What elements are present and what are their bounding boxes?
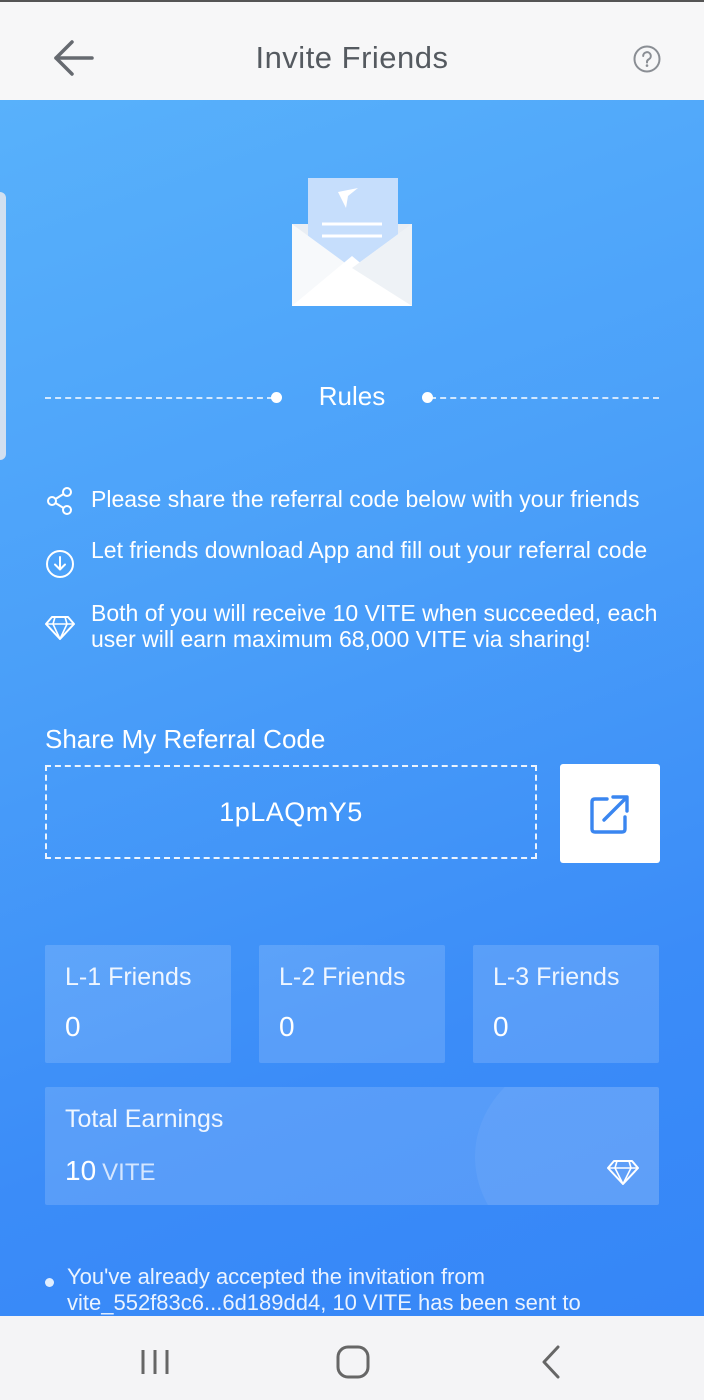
stat-value: 0 xyxy=(493,1011,509,1042)
rule-text: Both of you will receive 10 VITE when su… xyxy=(91,600,658,652)
rules-divider: Rules xyxy=(45,378,659,418)
share-icon xyxy=(45,486,75,516)
stat-card-level-2: L-2 Friends 0 xyxy=(259,945,445,1063)
earnings-label: Total Earnings xyxy=(65,1105,224,1133)
rule-text: Please share the referral code below wit… xyxy=(91,486,640,512)
notice-text: You've already accepted the invitation f… xyxy=(67,1264,581,1315)
stat-label: L-2 Friends xyxy=(279,963,406,991)
home-button[interactable] xyxy=(333,1342,373,1382)
system-back-button[interactable] xyxy=(532,1342,572,1382)
stat-label: L-1 Friends xyxy=(65,963,192,991)
stat-value: 0 xyxy=(65,1011,81,1042)
recent-apps-button[interactable] xyxy=(135,1342,175,1382)
home-icon xyxy=(336,1345,370,1379)
page-title: Invite Friends xyxy=(255,40,449,75)
stat-card-level-1: L-1 Friends 0 xyxy=(45,945,231,1063)
earnings-value: 10 xyxy=(65,1155,97,1186)
question-circle-icon xyxy=(633,45,661,73)
earnings-unit: VITE xyxy=(102,1159,156,1186)
envelope-illustration xyxy=(290,178,414,308)
stat-value: 0 xyxy=(279,1011,295,1042)
side-edge-handle[interactable] xyxy=(0,192,6,460)
earnings-amount: 10 VITE xyxy=(65,1155,156,1187)
share-code-button[interactable] xyxy=(560,764,660,863)
diamond-icon xyxy=(45,612,75,642)
stat-card-level-3: L-3 Friends 0 xyxy=(473,945,659,1063)
help-button[interactable] xyxy=(630,42,664,76)
diamond-icon xyxy=(606,1157,640,1192)
invite-content[interactable]: Rules Please share the referral code bel… xyxy=(0,100,704,1316)
divider-line-right xyxy=(430,397,659,399)
referral-code-field[interactable]: 1pLAQmY5 xyxy=(45,765,537,859)
bullet-dot xyxy=(45,1278,54,1287)
system-navigation-bar xyxy=(0,1316,704,1400)
stat-label: L-3 Friends xyxy=(493,963,620,991)
chevron-left-icon xyxy=(542,1345,560,1379)
external-share-icon xyxy=(590,795,629,834)
top-app-bar: Invite Friends xyxy=(0,0,704,102)
rule-text: Let friends download App and fill out yo… xyxy=(91,537,648,563)
recent-apps-icon xyxy=(141,1350,169,1374)
total-earnings-card: Total Earnings 10 VITE xyxy=(45,1087,659,1205)
envelope-icon xyxy=(292,178,412,306)
download-icon xyxy=(45,549,75,579)
referral-code-label: Share My Referral Code xyxy=(45,724,326,754)
